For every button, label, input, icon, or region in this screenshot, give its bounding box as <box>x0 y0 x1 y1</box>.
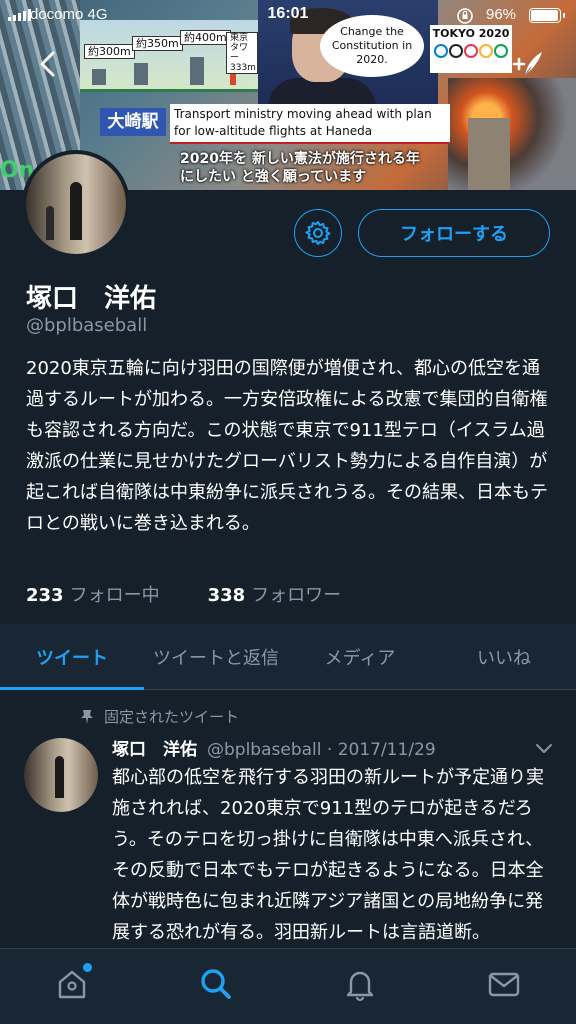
followers-count: 338 <box>207 585 246 606</box>
following-label: フォロー中 <box>69 585 160 606</box>
following-count: 233 <box>26 585 64 606</box>
back-arrow-icon <box>40 51 55 77</box>
banner-headline: Transport ministry moving ahead with pla… <box>170 104 450 144</box>
map-label: 約400m <box>180 30 231 45</box>
tab-media[interactable]: メディア <box>288 624 432 689</box>
profile-avatar[interactable] <box>22 150 130 258</box>
following-stat[interactable]: 233 フォロー中 <box>26 581 160 607</box>
banner-route-map: 約300m 約350m 約400m 東京タワー 333m <box>80 20 258 92</box>
new-tweet-icon <box>512 52 542 76</box>
pinned-label: 固定されたツイート <box>104 708 240 726</box>
profile-handle: @bplbaseball <box>26 315 148 336</box>
tweet-avatar[interactable] <box>24 738 98 812</box>
tab-tweets[interactable]: ツイート <box>0 624 144 690</box>
map-building <box>92 69 106 85</box>
tweet-menu-button[interactable] <box>534 740 554 759</box>
olympic-rings-icon <box>430 44 512 58</box>
tweet-header: 塚口 洋佑 @bplbaseball · 2017/11/29 <box>112 735 436 760</box>
map-label: 東京タワー 333m <box>226 32 258 74</box>
tab-likes[interactable]: いいね <box>432 624 576 689</box>
mail-icon <box>488 972 520 997</box>
pinned-indicator: 固定されたツイート <box>80 706 239 727</box>
tweet-handle-date: @bplbaseball · 2017/11/29 <box>207 740 436 760</box>
map-label: 約350m <box>132 36 183 51</box>
home-notification-dot <box>83 963 92 972</box>
tab-tweets-and-replies[interactable]: ツイートと返信 <box>144 624 288 689</box>
tweet-author[interactable]: 塚口 洋佑 <box>112 740 197 760</box>
station-sign: 大崎駅 <box>100 108 166 136</box>
profile-tabs: ツイート ツイートと返信 メディア いいね <box>0 624 576 690</box>
profile-settings-button[interactable] <box>294 209 342 257</box>
bottom-nav-bar <box>0 948 576 1024</box>
nav-messages[interactable] <box>432 949 576 1024</box>
gear-icon <box>305 221 331 245</box>
bell-icon <box>346 971 374 1001</box>
map-building <box>190 57 204 85</box>
map-building <box>134 63 148 85</box>
follow-button[interactable]: フォローする <box>358 209 550 257</box>
profile-bio: 2020東京五輪に向け羽田の国際便が増便され、都心の低空を通過するルートが加わる… <box>26 358 548 534</box>
banner-subtitle: 2020年を 新しい憲法が施行される年にしたい と強く願っています <box>180 151 420 185</box>
search-icon <box>201 969 231 999</box>
profile-stats: 233 フォロー中 338 フォロワー <box>26 581 341 607</box>
profile-name: 塚口 洋佑 <box>26 284 157 314</box>
nav-notifications[interactable] <box>288 949 432 1024</box>
back-button[interactable] <box>28 44 68 84</box>
new-tweet-button[interactable] <box>508 44 548 84</box>
battery-percent: 96% <box>486 6 517 23</box>
banner-tower-photo <box>468 118 510 190</box>
home-icon <box>58 970 86 999</box>
avatar-figure <box>55 756 64 798</box>
pin-icon <box>81 709 93 724</box>
map-label: 約300m <box>84 44 135 59</box>
battery-icon <box>529 8 565 23</box>
avatar-figure <box>70 182 82 240</box>
nav-search[interactable] <box>144 949 288 1024</box>
tweet-text[interactable]: 都心部の低空を飛行する羽田の新ルートが予定通り実施されれば、2020東京で911… <box>112 762 552 948</box>
followers-stat[interactable]: 338 フォロワー <box>208 581 342 607</box>
followers-label: フォロワー <box>251 585 342 606</box>
chevron-down-icon <box>536 744 552 753</box>
rotation-lock-icon <box>456 7 474 29</box>
nav-home[interactable] <box>0 949 144 1024</box>
status-bar: docomo 4G 16:01 96% <box>0 0 576 30</box>
avatar-figure <box>46 206 54 240</box>
olympics-logo: TOKYO 2020 <box>430 25 512 73</box>
